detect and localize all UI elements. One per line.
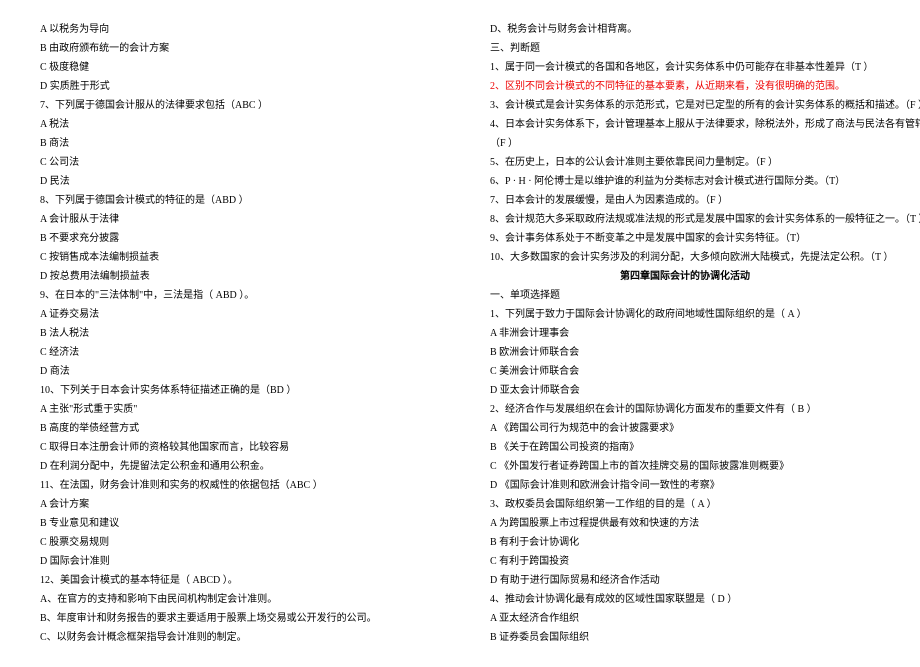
text-line: D 实质胜于形式 (40, 77, 430, 96)
text-line: A、在官方的支持和影响下由民间机构制定会计准则。 (40, 590, 430, 609)
text-line: A 非洲会计理事会 (490, 324, 880, 343)
text-line: C 《外国发行者证券跨国上市的首次挂牌交易的国际披露准则概要》 (490, 457, 880, 476)
text-line: 11、在法国，财务会计准则和实务的权威性的依据包括（ABC ） (40, 476, 430, 495)
text-line: A 税法 (40, 115, 430, 134)
text-line: 三、判断题 (490, 39, 880, 58)
text-line: 6、P · H · 阿伦博士是以维护谁的利益为分类标志对会计模式进行国际分类。（… (490, 172, 880, 191)
text-line: 3、会计模式是会计实务体系的示范形式，它是对已定型的所有的会计实务体系的概括和描… (490, 96, 880, 115)
text-line: D 《国际会计准则和欧洲会计指令间一致性的考察》 (490, 476, 880, 495)
text-line: D 商法 (40, 362, 430, 381)
text-line: 5、在历史上，日本的公认会计准则主要依靠民间力量制定。（F ） (490, 153, 880, 172)
text-line: D 有助于进行国际贸易和经济合作活动 (490, 571, 880, 590)
text-line: D、税务会计与财务会计相背离。 (490, 20, 880, 39)
text-line: 7、日本会计的发展缓慢，是由人为因素造成的。（F ） (490, 191, 880, 210)
text-line: 8、会计规范大多采取政府法规或准法规的形式是发展中国家的会计实务体系的一般特征之… (490, 210, 880, 229)
text-line: A 主张"形式重于实质" (40, 400, 430, 419)
text-line: B 不要求充分披露 (40, 229, 430, 248)
text-line: A 亚太经济合作组织 (490, 609, 880, 628)
text-line: B 由政府颁布统一的会计方案 (40, 39, 430, 58)
text-line: A 会计服从于法律 (40, 210, 430, 229)
text-line: 1、属于同一会计模式的各国和各地区，会计实务体系中仍可能存在非基本性差异（T ） (490, 58, 880, 77)
text-line: （F ） (490, 134, 880, 153)
text-line: C 公司法 (40, 153, 430, 172)
text-line: 2、区别不同会计模式的不同特征的基本要素，从近期来看，没有很明确的范围。 (490, 77, 880, 96)
right-column: D、税务会计与财务会计相背离。三、判断题1、属于同一会计模式的各国和各地区，会计… (490, 20, 880, 647)
text-line: B 有利于会计协调化 (490, 533, 880, 552)
text-line: D 国际会计准则 (40, 552, 430, 571)
text-line: D 按总费用法编制损益表 (40, 267, 430, 286)
text-line: 10、下列关于日本会计实务体系特征描述正确的是（BD ） (40, 381, 430, 400)
text-line: B 《关于在跨国公司投资的指南》 (490, 438, 880, 457)
text-line: 3、政权委员会国际组织第一工作组的目的是（ A ） (490, 495, 880, 514)
text-line: C 有利于跨国投资 (490, 552, 880, 571)
left-column: A 以税务为导向B 由政府颁布统一的会计方案C 极度稳健D 实质胜于形式7、下列… (40, 20, 430, 647)
text-line: C 经济法 (40, 343, 430, 362)
text-line: 7、下列属于德国会计服从的法律要求包括（ABC ） (40, 96, 430, 115)
text-line: 第四章国际会计的协调化活动 (490, 267, 880, 286)
text-line: D 在利润分配中，先提留法定公积金和通用公积金。 (40, 457, 430, 476)
text-line: A 为跨国股票上市过程提供最有效和快速的方法 (490, 514, 880, 533)
text-line: B 商法 (40, 134, 430, 153)
text-line: 9、会计事务体系处于不断变革之中是发展中国家的会计实务特征。（T） (490, 229, 880, 248)
text-line: C 按销售成本法编制损益表 (40, 248, 430, 267)
text-line: 4、推动会计协调化最有成效的区域性国家联盟是（ D ） (490, 590, 880, 609)
text-line: 8、下列属于德国会计模式的特征的是（ABD ） (40, 191, 430, 210)
text-line: A 证券交易法 (40, 305, 430, 324)
text-line: C、以财务会计概念框架指导会计准则的制定。 (40, 628, 430, 647)
text-line: B 欧洲会计师联合会 (490, 343, 880, 362)
text-line: A 《跨国公司行为规范中的会计披露要求》 (490, 419, 880, 438)
text-line: B 法人税法 (40, 324, 430, 343)
text-line: B 高度的举债经营方式 (40, 419, 430, 438)
text-line: 一、单项选择题 (490, 286, 880, 305)
text-line: 10、大多数国家的会计实务涉及的利润分配，大多倾向欧洲大陆模式，先提法定公积。（… (490, 248, 880, 267)
text-line: D 民法 (40, 172, 430, 191)
text-line: B 专业意见和建议 (40, 514, 430, 533)
text-line: D 亚太会计师联合会 (490, 381, 880, 400)
text-line: C 取得日本注册会计师的资格较其他国家而言，比较容易 (40, 438, 430, 457)
text-line: 1、下列属于致力于国际会计协调化的政府间地域性国际组织的是（ A ） (490, 305, 880, 324)
text-line: 2、经济合作与发展组织在会计的国际协调化方面发布的重要文件有（ B ） (490, 400, 880, 419)
text-line: B 证券委员会国际组织 (490, 628, 880, 647)
text-line: A 以税务为导向 (40, 20, 430, 39)
text-line: C 极度稳健 (40, 58, 430, 77)
text-line: B、年度审计和财务报告的要求主要适用于股票上场交易或公开发行的公司。 (40, 609, 430, 628)
text-line: 12、美国会计模式的基本特征是（ ABCD ）。 (40, 571, 430, 590)
text-line: 4、日本会计实务体系下，会计管理基本上服从于法律要求，除税法外，形成了商法与民法… (490, 115, 880, 134)
text-line: A 会计方案 (40, 495, 430, 514)
document-container: A 以税务为导向B 由政府颁布统一的会计方案C 极度稳健D 实质胜于形式7、下列… (40, 20, 880, 647)
text-line: C 股票交易规则 (40, 533, 430, 552)
text-line: C 美洲会计师联合会 (490, 362, 880, 381)
text-line: 9、在日本的"三法体制"中，三法是指（ ABD ）。 (40, 286, 430, 305)
